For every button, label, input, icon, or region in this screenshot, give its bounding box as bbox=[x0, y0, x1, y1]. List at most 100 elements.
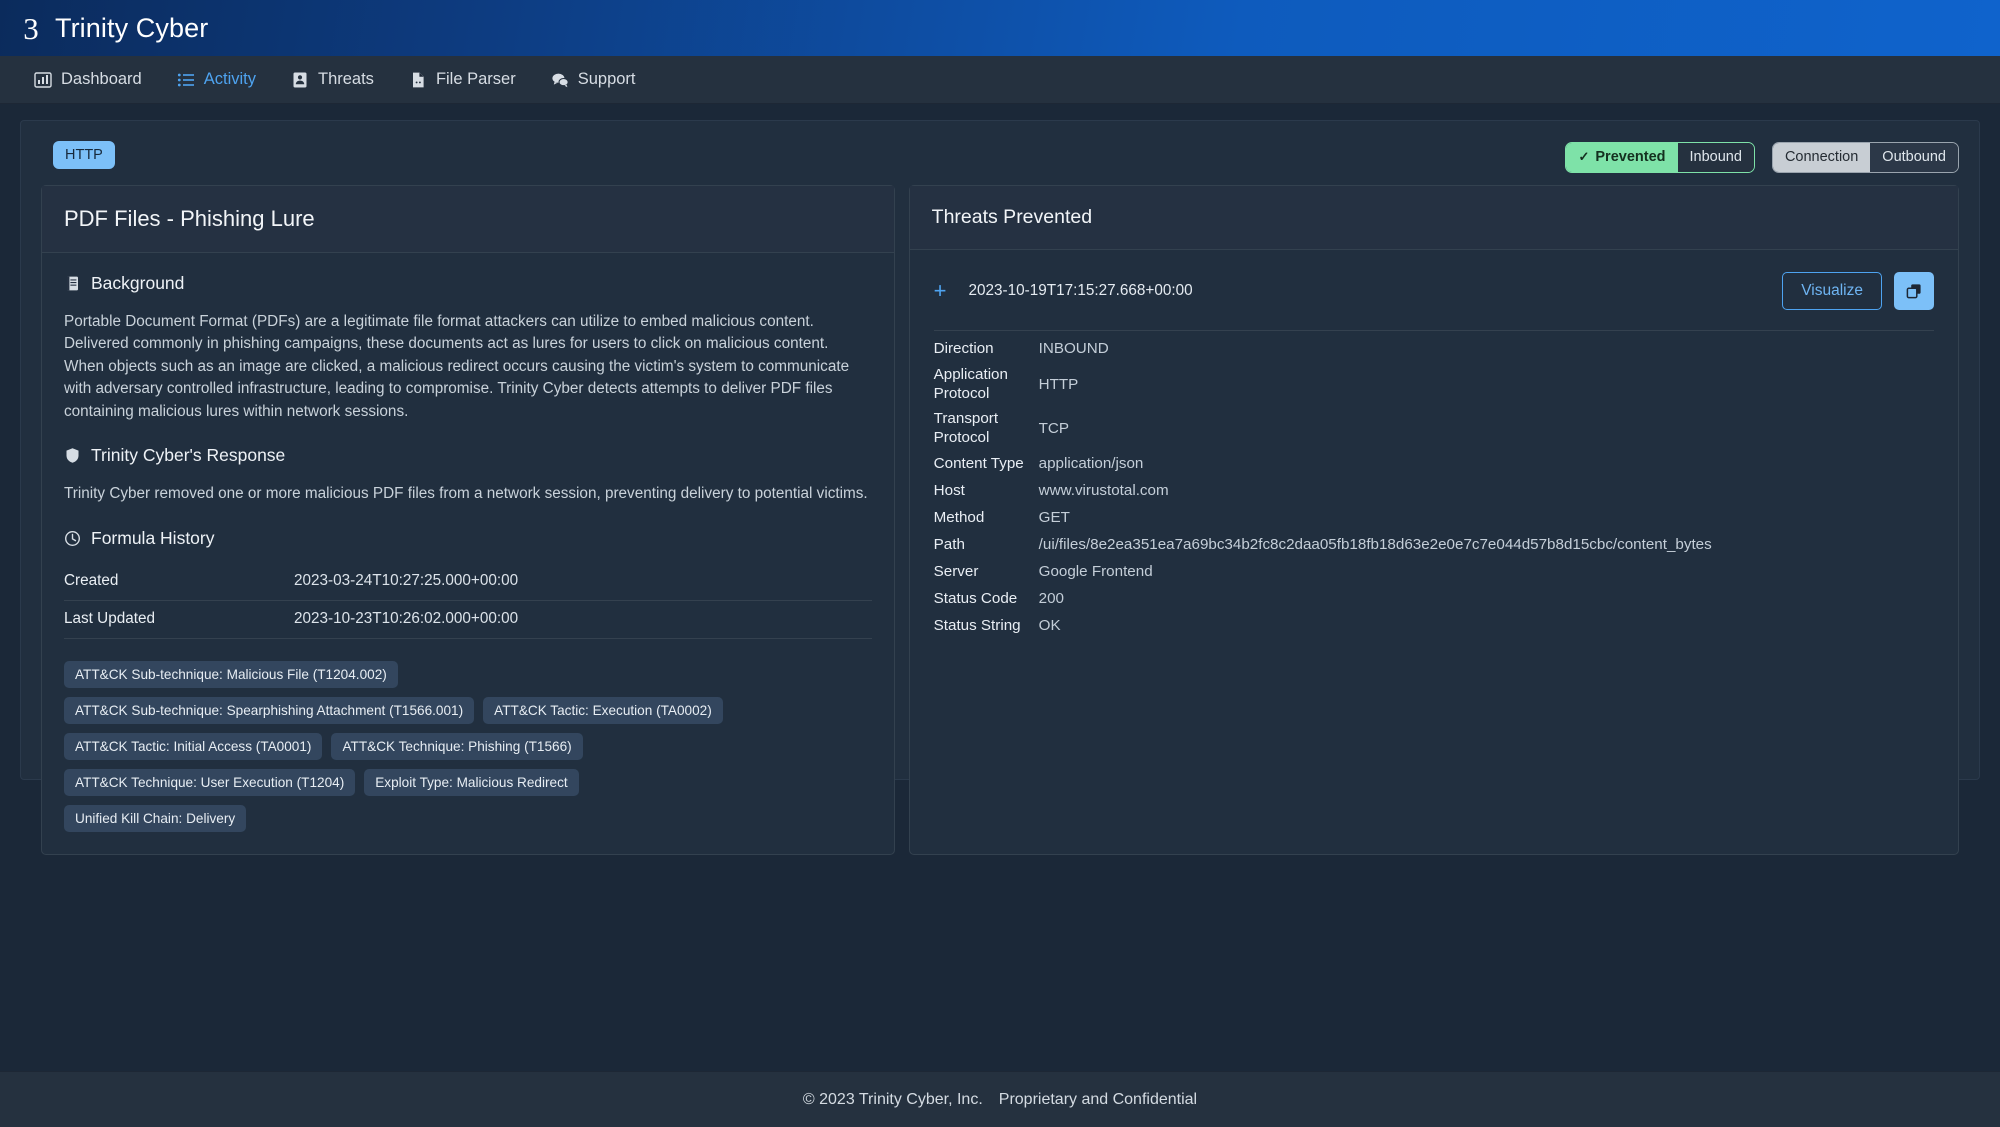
segment-connection[interactable]: Connection bbox=[1772, 143, 1871, 172]
row-key: Path bbox=[933, 536, 965, 553]
event-actions: Visualize bbox=[1782, 272, 1934, 310]
row-value: HTTP bbox=[1038, 375, 1079, 393]
table-row: Application Protocol HTTP bbox=[934, 362, 1934, 406]
table-row: Path /ui/files/8e2ea351ea7a69bc34b2fc8c2… bbox=[934, 531, 1934, 558]
tag-pill[interactable]: Unified Kill Chain: Delivery bbox=[64, 804, 247, 832]
nav-item-threats[interactable]: Threats bbox=[289, 66, 376, 93]
detail-columns: PDF Files - Phishing Lure Background Por… bbox=[41, 185, 1959, 855]
copy-button[interactable] bbox=[1894, 272, 1934, 310]
trinity-cyber-logo-icon: 3 bbox=[14, 8, 48, 48]
table-row: Status String OK bbox=[934, 612, 1934, 639]
protocol-badge[interactable]: HTTP bbox=[53, 141, 115, 169]
row-key: Status String bbox=[933, 617, 1021, 634]
file-code-icon bbox=[409, 71, 427, 89]
nav-item-label: Dashboard bbox=[61, 70, 142, 88]
status-segmented-control: ✓ Prevented Inbound bbox=[1565, 142, 1755, 173]
event-detail-table: Direction INBOUND Application Protocol H… bbox=[910, 331, 1958, 657]
row-key: Transport Protocol bbox=[933, 410, 999, 446]
nav-item-label: Activity bbox=[203, 70, 256, 88]
table-row: Server Google Frontend bbox=[934, 558, 1934, 585]
event-row: + 2023-10-19T17:15:27.668+00:00 Visualiz… bbox=[910, 250, 1958, 330]
clock-icon bbox=[64, 530, 81, 547]
brand-name: Trinity Cyber bbox=[55, 12, 209, 43]
segment-prevented-label: Prevented bbox=[1595, 149, 1666, 165]
response-heading: Trinity Cyber's Response bbox=[91, 445, 286, 466]
tag-pill[interactable]: ATT&CK Tactic: Execution (TA0002) bbox=[483, 696, 723, 724]
main-navigation: Dashboard Activity Threats File Parser S… bbox=[0, 56, 2000, 104]
threats-prevented-header: Threats Prevented bbox=[909, 186, 1958, 250]
event-timestamp: 2023-10-19T17:15:27.668+00:00 bbox=[968, 282, 1193, 299]
event-row-left: + 2023-10-19T17:15:27.668+00:00 bbox=[934, 280, 1193, 302]
chat-bubbles-icon bbox=[551, 71, 569, 89]
tag-pill[interactable]: ATT&CK Technique: User Execution (T1204) bbox=[64, 768, 356, 796]
nav-item-support[interactable]: Support bbox=[549, 66, 638, 93]
row-value: INBOUND bbox=[1038, 340, 1109, 357]
row-value: TCP bbox=[1038, 419, 1070, 437]
row-key: Application Protocol bbox=[933, 366, 1008, 402]
tag-pill[interactable]: ATT&CK Tactic: Initial Access (TA0001) bbox=[64, 732, 323, 760]
threats-prevented-title: Threats Prevented bbox=[931, 206, 1093, 228]
background-heading: Background bbox=[91, 273, 185, 293]
row-value: 2023-10-23T10:26:02.000+00:00 bbox=[294, 609, 519, 627]
panel-toolbar: HTTP ✓ Prevented Inbound Connection Outb… bbox=[41, 137, 1959, 179]
list-icon bbox=[177, 71, 195, 89]
formula-history-heading: Formula History bbox=[91, 527, 215, 548]
visualize-button[interactable]: Visualize bbox=[1782, 272, 1882, 310]
segment-inbound-label: Inbound bbox=[1689, 149, 1742, 165]
footer-confidentiality: Proprietary and Confidential bbox=[998, 1090, 1198, 1108]
nav-item-label: Threats bbox=[318, 70, 374, 88]
tag-pill[interactable]: ATT&CK Technique: Phishing (T1566) bbox=[331, 732, 583, 760]
row-value: 200 bbox=[1038, 590, 1064, 607]
tag-pill[interactable]: ATT&CK Sub-technique: Spearphishing Atta… bbox=[64, 696, 475, 724]
segment-prevented[interactable]: ✓ Prevented bbox=[1566, 143, 1678, 172]
table-row: Transport Protocol TCP bbox=[934, 406, 1934, 450]
nav-item-label: File Parser bbox=[435, 70, 516, 88]
background-text: Portable Document Format (PDFs) are a le… bbox=[64, 313, 850, 420]
formula-card-body: Background Portable Document Format (PDF… bbox=[42, 253, 894, 854]
row-key: Created bbox=[64, 571, 119, 589]
threats-prevented-card: Threats Prevented + 2023-10-19T17:15:27.… bbox=[908, 185, 1959, 855]
row-value: GET bbox=[1038, 509, 1070, 526]
copy-icon bbox=[1905, 282, 1923, 300]
table-row: Host www.virustotal.com bbox=[934, 477, 1934, 504]
tag-pill[interactable]: ATT&CK Sub-technique: Malicious File (T1… bbox=[64, 660, 398, 688]
row-value: /ui/files/8e2ea351ea7a69bc34b2fc8c2daa05… bbox=[1038, 536, 1712, 553]
formula-card-header: PDF Files - Phishing Lure bbox=[42, 186, 894, 253]
tag-list: ATT&CK Sub-technique: Malicious File (T1… bbox=[64, 660, 744, 832]
segment-inbound[interactable]: Inbound bbox=[1677, 143, 1754, 172]
response-section-header: Trinity Cyber's Response bbox=[64, 445, 872, 466]
segment-outbound[interactable]: Outbound bbox=[1870, 143, 1958, 172]
chart-bar-icon bbox=[34, 71, 52, 89]
check-icon: ✓ bbox=[1578, 148, 1590, 164]
row-value: 2023-03-24T10:27:25.000+00:00 bbox=[294, 571, 519, 589]
table-row: Method GET bbox=[934, 504, 1934, 531]
row-value: www.virustotal.com bbox=[1038, 482, 1169, 499]
segment-outbound-label: Outbound bbox=[1882, 149, 1946, 165]
nav-item-label: Support bbox=[577, 70, 636, 88]
table-row: Status Code 200 bbox=[934, 585, 1934, 612]
nav-item-file-parser[interactable]: File Parser bbox=[407, 66, 518, 93]
tag-pill[interactable]: Exploit Type: Malicious Redirect bbox=[364, 768, 579, 796]
book-icon bbox=[64, 275, 81, 292]
table-row: Content Type application/json bbox=[934, 450, 1934, 477]
page-footer: © 2023 Trinity Cyber, Inc. Proprietary a… bbox=[0, 1071, 2000, 1127]
brand-bar: 3 Trinity Cyber bbox=[0, 0, 2000, 56]
response-text: Trinity Cyber removed one or more malici… bbox=[64, 485, 868, 503]
row-value: application/json bbox=[1038, 455, 1144, 472]
activity-detail-panel: HTTP ✓ Prevented Inbound Connection Outb… bbox=[20, 120, 1980, 855]
nav-item-dashboard[interactable]: Dashboard bbox=[32, 66, 144, 93]
formula-history-section-header: Formula History bbox=[64, 528, 872, 549]
nav-item-activity[interactable]: Activity bbox=[175, 66, 258, 93]
threat-id-icon bbox=[291, 71, 309, 89]
row-key: Direction bbox=[933, 340, 994, 357]
row-key: Last Updated bbox=[64, 609, 155, 627]
filter-toggles: ✓ Prevented Inbound Connection Outbound bbox=[1565, 142, 1959, 173]
footer-copyright: © 2023 Trinity Cyber, Inc. bbox=[802, 1090, 983, 1108]
logo-glyph: 3 bbox=[23, 10, 39, 46]
row-key: Content Type bbox=[933, 455, 1024, 472]
table-row: Last Updated 2023-10-23T10:26:02.000+00:… bbox=[64, 601, 872, 639]
direction-segmented-control: Connection Outbound bbox=[1771, 142, 1959, 173]
plus-icon[interactable]: + bbox=[934, 280, 947, 302]
table-row: Created 2023-03-24T10:27:25.000+00:00 bbox=[64, 563, 872, 601]
row-key: Host bbox=[933, 482, 965, 499]
